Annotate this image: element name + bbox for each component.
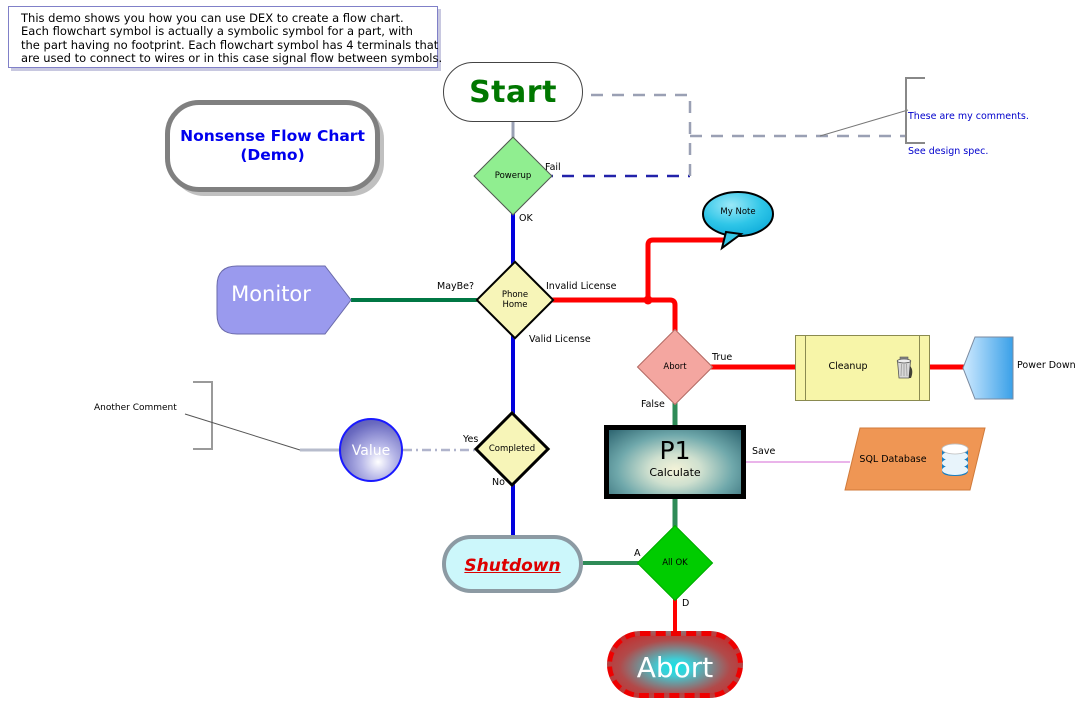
- chart-title-line2: (Demo): [240, 146, 305, 164]
- comment2-bracket: [193, 381, 213, 450]
- chart-title: Nonsense Flow Chart (Demo): [170, 127, 375, 165]
- comment-1: These are my comments. See design spec.: [908, 88, 1068, 180]
- node-cleanup-label: Cleanup: [828, 361, 868, 372]
- wire-label-valid-license: Valid License: [529, 334, 591, 345]
- node-sql-database-label: SQL Database: [859, 454, 927, 465]
- node-all-ok-label: All OK: [662, 558, 688, 568]
- wire-comment1-leader: [819, 109, 909, 137]
- node-phone-home-label: Phone Home: [501, 290, 529, 310]
- wire-label-yes: Yes: [463, 434, 479, 445]
- node-sql-database[interactable]: SQL Database: [845, 428, 985, 490]
- chart-title-line1: Nonsense Flow Chart: [180, 127, 365, 145]
- node-cleanup[interactable]: Cleanup: [795, 335, 930, 401]
- chart-title-box: Nonsense Flow Chart (Demo): [165, 100, 380, 192]
- node-value[interactable]: Value: [339, 418, 403, 482]
- comment2-leader: [184, 413, 301, 451]
- node-abort-final-label: Abort: [636, 651, 714, 684]
- wire-to-mynote: [645, 237, 724, 300]
- node-monitor-label: Monitor: [231, 282, 311, 306]
- node-completed-label: Completed: [488, 444, 536, 454]
- comment-1-line1: These are my comments.: [908, 111, 1029, 122]
- flowchart-canvas: This demo shows you how you can use DEX …: [0, 0, 1079, 709]
- wire-label-true: True: [712, 352, 733, 363]
- node-my-note-label: My Note: [720, 207, 756, 217]
- node-p1-calculate[interactable]: P1 Calculate: [604, 425, 746, 499]
- wire-label-ok: OK: [519, 213, 533, 224]
- node-shutdown[interactable]: Shutdown: [442, 535, 583, 593]
- wire-label-fail: Fail: [545, 162, 561, 173]
- node-abort-final[interactable]: Abort: [607, 631, 743, 698]
- wire-label-invalid-license: Invalid License: [546, 281, 617, 292]
- comment-2: Another Comment: [94, 403, 177, 413]
- wire-label-no: No: [492, 477, 505, 488]
- node-power-down-label: Power Down: [1017, 360, 1076, 371]
- intro-line-1: This demo shows you how you can use DEX …: [21, 11, 404, 25]
- wire-junction-dot: [643, 295, 653, 305]
- intro-line-3: the part having no footprint. Each flowc…: [21, 37, 439, 52]
- node-start[interactable]: Start: [443, 62, 583, 122]
- intro-line-4: are used to connect to wires or in this …: [21, 51, 443, 66]
- wire-label-d: D: [682, 598, 690, 609]
- database-icon: [941, 443, 969, 476]
- trash-can-icon: [896, 356, 913, 379]
- wire-label-false: False: [641, 399, 665, 410]
- node-power-down[interactable]: [963, 337, 1013, 399]
- node-abort-decision-label: Abort: [663, 362, 687, 372]
- wire-fail-gray: [583, 93, 692, 176]
- node-p1-label: P1: [659, 436, 691, 465]
- comment-1-line2: See design spec.: [908, 145, 989, 157]
- node-shutdown-label: Shutdown: [464, 556, 561, 576]
- node-p1-sublabel: Calculate: [649, 466, 701, 479]
- node-monitor[interactable]: Monitor: [217, 266, 351, 334]
- node-start-label: Start: [469, 75, 557, 110]
- wire-label-save: Save: [752, 446, 776, 457]
- node-value-label: Value: [351, 443, 391, 459]
- intro-line-2: Each flowchart symbol is actually a symb…: [21, 24, 413, 39]
- node-my-note[interactable]: My Note: [702, 192, 774, 248]
- wire-label-maybe: MayBe?: [437, 281, 475, 292]
- intro-text-box: This demo shows you how you can use DEX …: [8, 6, 443, 68]
- wire-label-a: A: [634, 548, 641, 559]
